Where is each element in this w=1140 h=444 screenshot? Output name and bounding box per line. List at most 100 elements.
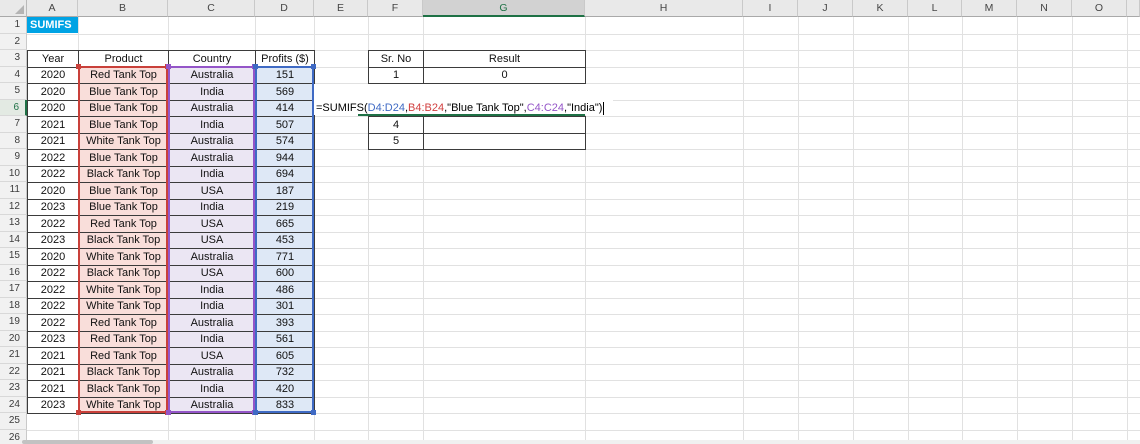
column-header-I[interactable]: I <box>743 0 798 17</box>
cell-G4[interactable]: 0 <box>424 67 586 84</box>
gridline <box>27 429 1140 431</box>
range-handle <box>166 64 171 69</box>
row-header-10[interactable]: 10 <box>0 165 27 182</box>
row-header-21[interactable]: 21 <box>0 347 27 364</box>
formula-segment: ,"India") <box>564 102 603 114</box>
column-header-J[interactable]: J <box>798 0 853 17</box>
range-handle <box>311 410 316 415</box>
range-border-B4-B24 <box>78 66 168 413</box>
spreadsheet-grid: A B C D E F G H I J K L M N O 1 2 3 4 5 6 7 8 9 10 11 12 13 14 15 16 17… <box>0 0 1140 444</box>
column-header-F[interactable]: F <box>368 0 423 17</box>
formula-segment: ,"Blue Tank Top", <box>444 102 527 114</box>
range-handle <box>253 410 258 415</box>
row-header-25[interactable]: 25 <box>0 413 27 430</box>
row-header-7[interactable]: 7 <box>0 116 27 133</box>
row-header-6[interactable]: 6 <box>0 99 27 116</box>
row-header-12[interactable]: 12 <box>0 198 27 215</box>
row-header-14[interactable]: 14 <box>0 231 27 248</box>
cell-F4[interactable]: 1 <box>369 67 424 84</box>
formula-segment: =SUMIFS( <box>316 102 368 114</box>
row-header-17[interactable]: 17 <box>0 281 27 298</box>
column-header-partial[interactable] <box>1127 0 1140 17</box>
cell-A19[interactable]: 2022 <box>28 315 79 332</box>
column-header-N[interactable]: N <box>1017 0 1072 17</box>
text-caret <box>603 101 605 115</box>
cell-A11[interactable]: 2020 <box>28 183 79 200</box>
formula-segment: B4:B24 <box>408 102 445 114</box>
column-header-H[interactable]: H <box>585 0 743 17</box>
row-header-2[interactable]: 2 <box>0 33 27 50</box>
column-header-K[interactable]: K <box>853 0 908 17</box>
row-header-24[interactable]: 24 <box>0 396 27 413</box>
cell-G3[interactable]: Result <box>424 51 586 68</box>
select-all-corner[interactable] <box>0 0 27 17</box>
row-header-16[interactable]: 16 <box>0 264 27 281</box>
result-table-lower: 45 <box>368 116 586 150</box>
cell-A15[interactable]: 2020 <box>28 249 79 266</box>
column-header-G[interactable]: G <box>423 0 585 17</box>
column-header-A[interactable]: A <box>27 0 78 17</box>
column-header-L[interactable]: L <box>908 0 962 17</box>
row-header-3[interactable]: 3 <box>0 50 27 67</box>
row-header-20[interactable]: 20 <box>0 330 27 347</box>
horizontal-scrollbar-thumb[interactable] <box>22 440 153 444</box>
range-handle <box>166 410 171 415</box>
result-table-upper: Sr. No Result 1 0 <box>368 50 586 84</box>
cell-A9[interactable]: 2022 <box>28 150 79 167</box>
cell-A20[interactable]: 2023 <box>28 331 79 348</box>
cell-A6[interactable]: 2020 <box>28 100 79 117</box>
cell-A22[interactable]: 2021 <box>28 364 79 381</box>
active-cell-border <box>358 114 585 116</box>
row-header-1[interactable]: 1 <box>0 17 27 34</box>
formula-segment: D4:D24 <box>367 102 405 114</box>
cell-A5[interactable]: 2020 <box>28 84 79 101</box>
cell-G8[interactable] <box>424 133 586 150</box>
cell-A23[interactable]: 2021 <box>28 381 79 398</box>
select-all-triangle-icon <box>15 5 24 14</box>
cell-A16[interactable]: 2022 <box>28 265 79 282</box>
row-header-23[interactable]: 23 <box>0 380 27 397</box>
column-header-C[interactable]: C <box>168 0 255 17</box>
range-handle <box>76 64 81 69</box>
row-header-8[interactable]: 8 <box>0 132 27 149</box>
column-header-E[interactable]: E <box>314 0 368 17</box>
column-header-M[interactable]: M <box>962 0 1017 17</box>
column-header-D[interactable]: D <box>255 0 314 17</box>
range-handle <box>311 64 316 69</box>
cell-A14[interactable]: 2023 <box>28 232 79 249</box>
formula-segment: C4:C24 <box>526 102 565 114</box>
cell-A4[interactable]: 2020 <box>28 67 79 84</box>
row-header-4[interactable]: 4 <box>0 66 27 83</box>
row-header-13[interactable]: 13 <box>0 215 27 232</box>
cell-F3[interactable]: Sr. No <box>369 51 424 68</box>
cell-A21[interactable]: 2021 <box>28 348 79 365</box>
row-header-9[interactable]: 9 <box>0 149 27 166</box>
cell-A24[interactable]: 2023 <box>28 397 79 414</box>
cell-A3[interactable]: Year <box>28 51 79 68</box>
cell-A13[interactable]: 2022 <box>28 216 79 233</box>
row-header-5[interactable]: 5 <box>0 83 27 100</box>
row-header-22[interactable]: 22 <box>0 363 27 380</box>
cell-A10[interactable]: 2022 <box>28 166 79 183</box>
cell-A17[interactable]: 2022 <box>28 282 79 299</box>
row-header-18[interactable]: 18 <box>0 297 27 314</box>
gridline <box>27 33 1140 35</box>
cell-F7[interactable]: 4 <box>369 117 424 134</box>
row-header-19[interactable]: 19 <box>0 314 27 331</box>
cell-A7[interactable]: 2021 <box>28 117 79 134</box>
range-border-D4-D24 <box>255 66 314 413</box>
cell-A8[interactable]: 2021 <box>28 133 79 150</box>
row-header-15[interactable]: 15 <box>0 248 27 265</box>
range-border-C4-C24 <box>168 66 255 413</box>
cell-F8[interactable]: 5 <box>369 133 424 150</box>
range-handle <box>76 410 81 415</box>
range-handle <box>253 64 258 69</box>
column-header-B[interactable]: B <box>78 0 168 17</box>
cell-G7[interactable] <box>424 117 586 134</box>
row-header-11[interactable]: 11 <box>0 182 27 199</box>
cell-A18[interactable]: 2022 <box>28 298 79 315</box>
column-header-O[interactable]: O <box>1072 0 1127 17</box>
cell-A12[interactable]: 2023 <box>28 199 79 216</box>
cell-A1[interactable]: SUMIFS <box>27 17 78 33</box>
horizontal-scrollbar[interactable] <box>0 440 1140 444</box>
